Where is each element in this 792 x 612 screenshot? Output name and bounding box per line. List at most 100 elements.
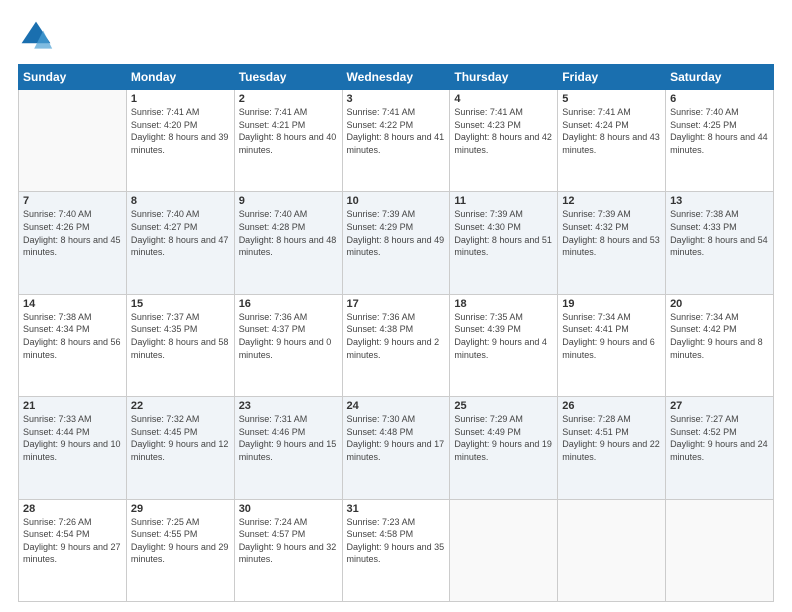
page: SundayMondayTuesdayWednesdayThursdayFrid…	[0, 0, 792, 612]
day-cell: 13Sunrise: 7:38 AMSunset: 4:33 PMDayligh…	[666, 192, 774, 294]
day-number: 18	[454, 298, 553, 310]
calendar-body: 1Sunrise: 7:41 AMSunset: 4:20 PMDaylight…	[19, 90, 774, 602]
header-cell-saturday: Saturday	[666, 65, 774, 90]
day-info: Sunrise: 7:37 AMSunset: 4:35 PMDaylight:…	[131, 311, 230, 361]
day-cell: 24Sunrise: 7:30 AMSunset: 4:48 PMDayligh…	[342, 397, 450, 499]
day-info: Sunrise: 7:25 AMSunset: 4:55 PMDaylight:…	[131, 516, 230, 566]
header	[18, 18, 774, 54]
day-info: Sunrise: 7:41 AMSunset: 4:23 PMDaylight:…	[454, 106, 553, 156]
day-number: 20	[670, 298, 769, 310]
day-cell: 21Sunrise: 7:33 AMSunset: 4:44 PMDayligh…	[19, 397, 127, 499]
day-number: 19	[562, 298, 661, 310]
day-cell: 25Sunrise: 7:29 AMSunset: 4:49 PMDayligh…	[450, 397, 558, 499]
week-row: 14Sunrise: 7:38 AMSunset: 4:34 PMDayligh…	[19, 294, 774, 396]
day-number: 16	[239, 298, 338, 310]
day-cell: 20Sunrise: 7:34 AMSunset: 4:42 PMDayligh…	[666, 294, 774, 396]
day-info: Sunrise: 7:41 AMSunset: 4:22 PMDaylight:…	[347, 106, 446, 156]
day-cell: 15Sunrise: 7:37 AMSunset: 4:35 PMDayligh…	[126, 294, 234, 396]
day-cell: 3Sunrise: 7:41 AMSunset: 4:22 PMDaylight…	[342, 90, 450, 192]
header-cell-monday: Monday	[126, 65, 234, 90]
day-info: Sunrise: 7:38 AMSunset: 4:33 PMDaylight:…	[670, 208, 769, 258]
header-cell-sunday: Sunday	[19, 65, 127, 90]
day-cell	[450, 499, 558, 601]
day-number: 9	[239, 195, 338, 207]
day-cell: 18Sunrise: 7:35 AMSunset: 4:39 PMDayligh…	[450, 294, 558, 396]
day-number: 21	[23, 400, 122, 412]
day-cell: 1Sunrise: 7:41 AMSunset: 4:20 PMDaylight…	[126, 90, 234, 192]
day-number: 7	[23, 195, 122, 207]
day-info: Sunrise: 7:38 AMSunset: 4:34 PMDaylight:…	[23, 311, 122, 361]
day-number: 22	[131, 400, 230, 412]
day-cell	[19, 90, 127, 192]
day-info: Sunrise: 7:39 AMSunset: 4:30 PMDaylight:…	[454, 208, 553, 258]
day-info: Sunrise: 7:40 AMSunset: 4:26 PMDaylight:…	[23, 208, 122, 258]
day-info: Sunrise: 7:29 AMSunset: 4:49 PMDaylight:…	[454, 413, 553, 463]
calendar-header: SundayMondayTuesdayWednesdayThursdayFrid…	[19, 65, 774, 90]
week-row: 28Sunrise: 7:26 AMSunset: 4:54 PMDayligh…	[19, 499, 774, 601]
day-number: 17	[347, 298, 446, 310]
day-info: Sunrise: 7:28 AMSunset: 4:51 PMDaylight:…	[562, 413, 661, 463]
day-info: Sunrise: 7:27 AMSunset: 4:52 PMDaylight:…	[670, 413, 769, 463]
day-cell: 7Sunrise: 7:40 AMSunset: 4:26 PMDaylight…	[19, 192, 127, 294]
day-cell: 4Sunrise: 7:41 AMSunset: 4:23 PMDaylight…	[450, 90, 558, 192]
day-cell: 30Sunrise: 7:24 AMSunset: 4:57 PMDayligh…	[234, 499, 342, 601]
day-cell: 17Sunrise: 7:36 AMSunset: 4:38 PMDayligh…	[342, 294, 450, 396]
day-info: Sunrise: 7:31 AMSunset: 4:46 PMDaylight:…	[239, 413, 338, 463]
day-info: Sunrise: 7:36 AMSunset: 4:37 PMDaylight:…	[239, 311, 338, 361]
day-cell: 23Sunrise: 7:31 AMSunset: 4:46 PMDayligh…	[234, 397, 342, 499]
day-info: Sunrise: 7:33 AMSunset: 4:44 PMDaylight:…	[23, 413, 122, 463]
day-info: Sunrise: 7:24 AMSunset: 4:57 PMDaylight:…	[239, 516, 338, 566]
day-info: Sunrise: 7:39 AMSunset: 4:32 PMDaylight:…	[562, 208, 661, 258]
day-info: Sunrise: 7:40 AMSunset: 4:27 PMDaylight:…	[131, 208, 230, 258]
day-cell: 22Sunrise: 7:32 AMSunset: 4:45 PMDayligh…	[126, 397, 234, 499]
day-info: Sunrise: 7:23 AMSunset: 4:58 PMDaylight:…	[347, 516, 446, 566]
day-number: 31	[347, 503, 446, 515]
day-number: 29	[131, 503, 230, 515]
day-cell: 16Sunrise: 7:36 AMSunset: 4:37 PMDayligh…	[234, 294, 342, 396]
day-number: 15	[131, 298, 230, 310]
day-cell: 31Sunrise: 7:23 AMSunset: 4:58 PMDayligh…	[342, 499, 450, 601]
day-info: Sunrise: 7:30 AMSunset: 4:48 PMDaylight:…	[347, 413, 446, 463]
day-number: 5	[562, 93, 661, 105]
header-cell-thursday: Thursday	[450, 65, 558, 90]
logo	[18, 18, 58, 54]
logo-icon	[18, 18, 54, 54]
day-cell: 12Sunrise: 7:39 AMSunset: 4:32 PMDayligh…	[558, 192, 666, 294]
day-cell: 2Sunrise: 7:41 AMSunset: 4:21 PMDaylight…	[234, 90, 342, 192]
day-number: 1	[131, 93, 230, 105]
day-cell: 26Sunrise: 7:28 AMSunset: 4:51 PMDayligh…	[558, 397, 666, 499]
day-cell: 11Sunrise: 7:39 AMSunset: 4:30 PMDayligh…	[450, 192, 558, 294]
day-info: Sunrise: 7:40 AMSunset: 4:25 PMDaylight:…	[670, 106, 769, 156]
day-cell: 9Sunrise: 7:40 AMSunset: 4:28 PMDaylight…	[234, 192, 342, 294]
day-number: 23	[239, 400, 338, 412]
day-number: 6	[670, 93, 769, 105]
day-cell: 8Sunrise: 7:40 AMSunset: 4:27 PMDaylight…	[126, 192, 234, 294]
day-info: Sunrise: 7:34 AMSunset: 4:42 PMDaylight:…	[670, 311, 769, 361]
day-number: 8	[131, 195, 230, 207]
header-cell-wednesday: Wednesday	[342, 65, 450, 90]
header-row: SundayMondayTuesdayWednesdayThursdayFrid…	[19, 65, 774, 90]
day-cell: 27Sunrise: 7:27 AMSunset: 4:52 PMDayligh…	[666, 397, 774, 499]
day-cell: 6Sunrise: 7:40 AMSunset: 4:25 PMDaylight…	[666, 90, 774, 192]
day-number: 13	[670, 195, 769, 207]
day-info: Sunrise: 7:34 AMSunset: 4:41 PMDaylight:…	[562, 311, 661, 361]
day-number: 2	[239, 93, 338, 105]
day-number: 24	[347, 400, 446, 412]
week-row: 7Sunrise: 7:40 AMSunset: 4:26 PMDaylight…	[19, 192, 774, 294]
day-number: 4	[454, 93, 553, 105]
day-info: Sunrise: 7:41 AMSunset: 4:24 PMDaylight:…	[562, 106, 661, 156]
day-number: 30	[239, 503, 338, 515]
day-cell	[666, 499, 774, 601]
day-number: 3	[347, 93, 446, 105]
day-cell	[558, 499, 666, 601]
day-info: Sunrise: 7:41 AMSunset: 4:20 PMDaylight:…	[131, 106, 230, 156]
day-number: 25	[454, 400, 553, 412]
day-cell: 5Sunrise: 7:41 AMSunset: 4:24 PMDaylight…	[558, 90, 666, 192]
day-number: 27	[670, 400, 769, 412]
day-cell: 10Sunrise: 7:39 AMSunset: 4:29 PMDayligh…	[342, 192, 450, 294]
day-cell: 29Sunrise: 7:25 AMSunset: 4:55 PMDayligh…	[126, 499, 234, 601]
day-info: Sunrise: 7:36 AMSunset: 4:38 PMDaylight:…	[347, 311, 446, 361]
calendar: SundayMondayTuesdayWednesdayThursdayFrid…	[18, 64, 774, 602]
header-cell-friday: Friday	[558, 65, 666, 90]
day-info: Sunrise: 7:41 AMSunset: 4:21 PMDaylight:…	[239, 106, 338, 156]
